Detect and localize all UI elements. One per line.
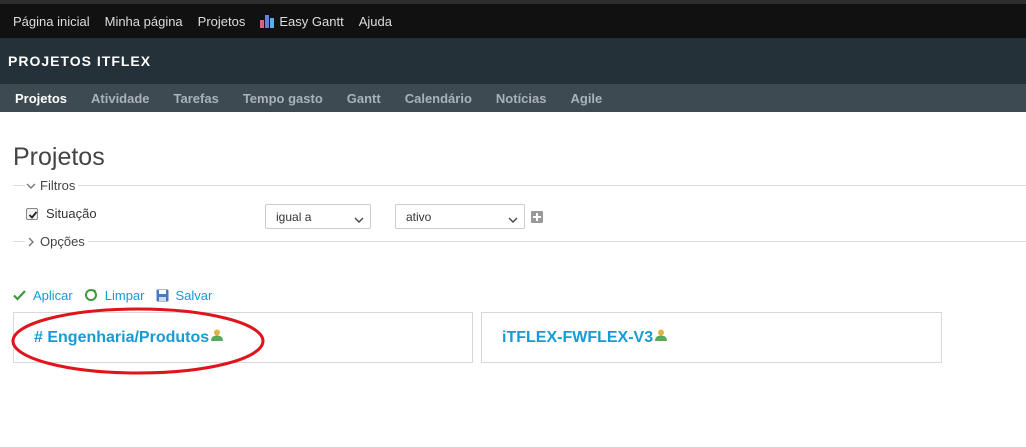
save-button[interactable]: Salvar	[156, 287, 213, 303]
tab-gantt[interactable]: Gantt	[347, 91, 381, 106]
reload-icon	[84, 289, 97, 301]
tab-noticias[interactable]: Notícias	[496, 91, 547, 106]
project-box: iTFLEX-FWFLEX-V3	[481, 312, 942, 363]
project-box: # Engenharia/Produtos	[13, 312, 473, 363]
filter-row-status: Situação igual a ativo	[26, 201, 546, 229]
apply-button[interactable]: Aplicar	[13, 288, 73, 303]
top-menu-easy-gantt[interactable]: Easy Gantt	[260, 13, 344, 29]
top-menu: Página inicial Minha página Projetos Eas…	[0, 0, 1026, 38]
add-filter-plus-icon[interactable]	[531, 211, 543, 223]
header-title[interactable]: PROJETOS ITFLEX	[8, 53, 151, 69]
user-icon	[210, 328, 224, 347]
top-menu-projects[interactable]: Projetos	[198, 14, 246, 29]
gantt-chart-icon	[260, 14, 275, 28]
top-menu-help[interactable]: Ajuda	[359, 14, 392, 29]
chevron-right-icon	[25, 236, 37, 248]
project-list: # Engenharia/Produtos iTFLEX-FWFLEX-V3	[13, 312, 950, 363]
main-menu: Projetos Atividade Tarefas Tempo gasto G…	[0, 84, 1026, 112]
chevron-down-icon	[354, 213, 364, 223]
save-button-label: Salvar	[175, 287, 213, 303]
status-value-value: ativo	[406, 210, 432, 224]
tab-atividade[interactable]: Atividade	[91, 91, 150, 106]
project-name: iTFLEX-FWFLEX-V3	[502, 328, 654, 346]
options-fieldset: Opções	[13, 234, 1026, 265]
tab-calendario[interactable]: Calendário	[405, 91, 472, 106]
tab-projetos[interactable]: Projetos	[15, 91, 67, 106]
content: Projetos Filtros Situação igual a ativo	[0, 142, 1026, 306]
query-buttons: Aplicar Limpar Salvar	[13, 284, 1026, 306]
page-title: Projetos	[13, 143, 105, 171]
top-menu-easy-gantt-label: Easy Gantt	[279, 13, 344, 29]
floppy-disk-icon	[156, 289, 168, 301]
tab-tarefas[interactable]: Tarefas	[174, 91, 219, 106]
status-operator-value: igual a	[276, 210, 312, 224]
project-link-engenharia[interactable]: # Engenharia/Produtos	[34, 328, 224, 347]
top-menu-home[interactable]: Página inicial	[13, 14, 90, 29]
checkmark-icon	[13, 290, 26, 301]
tab-agile[interactable]: Agile	[570, 91, 602, 106]
status-operator-select[interactable]: igual a	[265, 204, 371, 229]
project-name: # Engenharia/Produtos	[34, 328, 210, 346]
clear-button-label: Limpar	[104, 287, 145, 303]
status-value-select[interactable]: ativo	[395, 204, 525, 229]
filters-legend[interactable]: Filtros	[25, 178, 79, 193]
apply-button-label: Aplicar	[33, 287, 73, 303]
options-legend[interactable]: Opções	[25, 234, 88, 249]
project-header: PROJETOS ITFLEX	[0, 38, 1026, 84]
filters-fieldset: Filtros Situação igual a ativo	[13, 178, 1026, 241]
project-link-itflex-fwflex-v3[interactable]: iTFLEX-FWFLEX-V3	[502, 328, 668, 347]
chevron-down-icon	[508, 213, 518, 223]
top-menu-my-page[interactable]: Minha página	[105, 14, 183, 29]
options-legend-label: Opções	[40, 234, 85, 249]
filters-legend-label: Filtros	[40, 178, 76, 193]
status-filter-label: Situação	[46, 206, 97, 221]
clear-button[interactable]: Limpar	[84, 288, 145, 303]
tab-tempo-gasto[interactable]: Tempo gasto	[243, 91, 323, 106]
chevron-down-icon	[25, 180, 37, 192]
status-filter-checkbox[interactable]	[26, 208, 38, 220]
user-icon	[654, 328, 668, 347]
